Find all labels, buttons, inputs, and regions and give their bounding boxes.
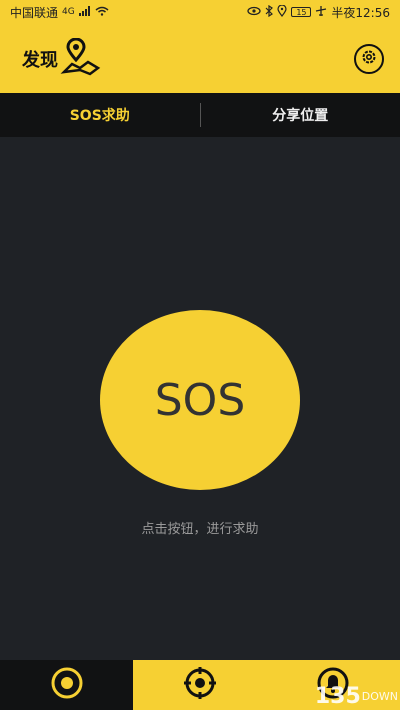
status-left: 中国联通 4G xyxy=(10,4,109,21)
watermark-text: DOWN xyxy=(361,690,398,703)
brand: 发现 xyxy=(22,37,102,80)
nav-locate[interactable] xyxy=(133,660,266,710)
settings-button[interactable] xyxy=(354,43,384,74)
bluetooth-icon xyxy=(265,4,274,20)
nav-discover[interactable] xyxy=(0,660,133,710)
nav-notify[interactable]: 135 DOWN xyxy=(266,660,400,710)
location-icon xyxy=(277,3,288,20)
watermark-number: 135 xyxy=(314,684,361,709)
wifi-icon xyxy=(95,5,109,19)
status-right: 15 半夜12:56 xyxy=(247,3,390,21)
clock-label: 半夜12:56 xyxy=(331,5,390,20)
status-bar: 中国联通 4G 15 半夜12:56 xyxy=(0,0,400,24)
sos-button[interactable]: SOS xyxy=(100,310,300,490)
signal-icon xyxy=(78,5,91,19)
app-header: 发现 xyxy=(0,24,400,93)
page-title: 发现 xyxy=(22,49,58,71)
gear-icon xyxy=(360,48,378,70)
bottom-nav: 135 DOWN xyxy=(0,660,400,710)
tab-share-location[interactable]: 分享位置 xyxy=(201,105,400,125)
carrier-label: 中国联通 xyxy=(10,5,59,20)
eye-icon xyxy=(247,5,262,19)
sos-hint: 点击按钮，进行求助 xyxy=(141,522,259,537)
discover-icon xyxy=(50,666,84,704)
battery-icon: 15 xyxy=(291,7,312,17)
network-label: 4G xyxy=(62,7,75,17)
crosshair-icon xyxy=(183,666,217,704)
tab-bar: SOS求助 分享位置 xyxy=(0,93,400,137)
airplane-icon xyxy=(315,5,327,20)
watermark: 135 DOWN xyxy=(315,686,398,708)
tab-sos[interactable]: SOS求助 xyxy=(0,105,200,125)
map-pin-icon xyxy=(60,37,102,80)
